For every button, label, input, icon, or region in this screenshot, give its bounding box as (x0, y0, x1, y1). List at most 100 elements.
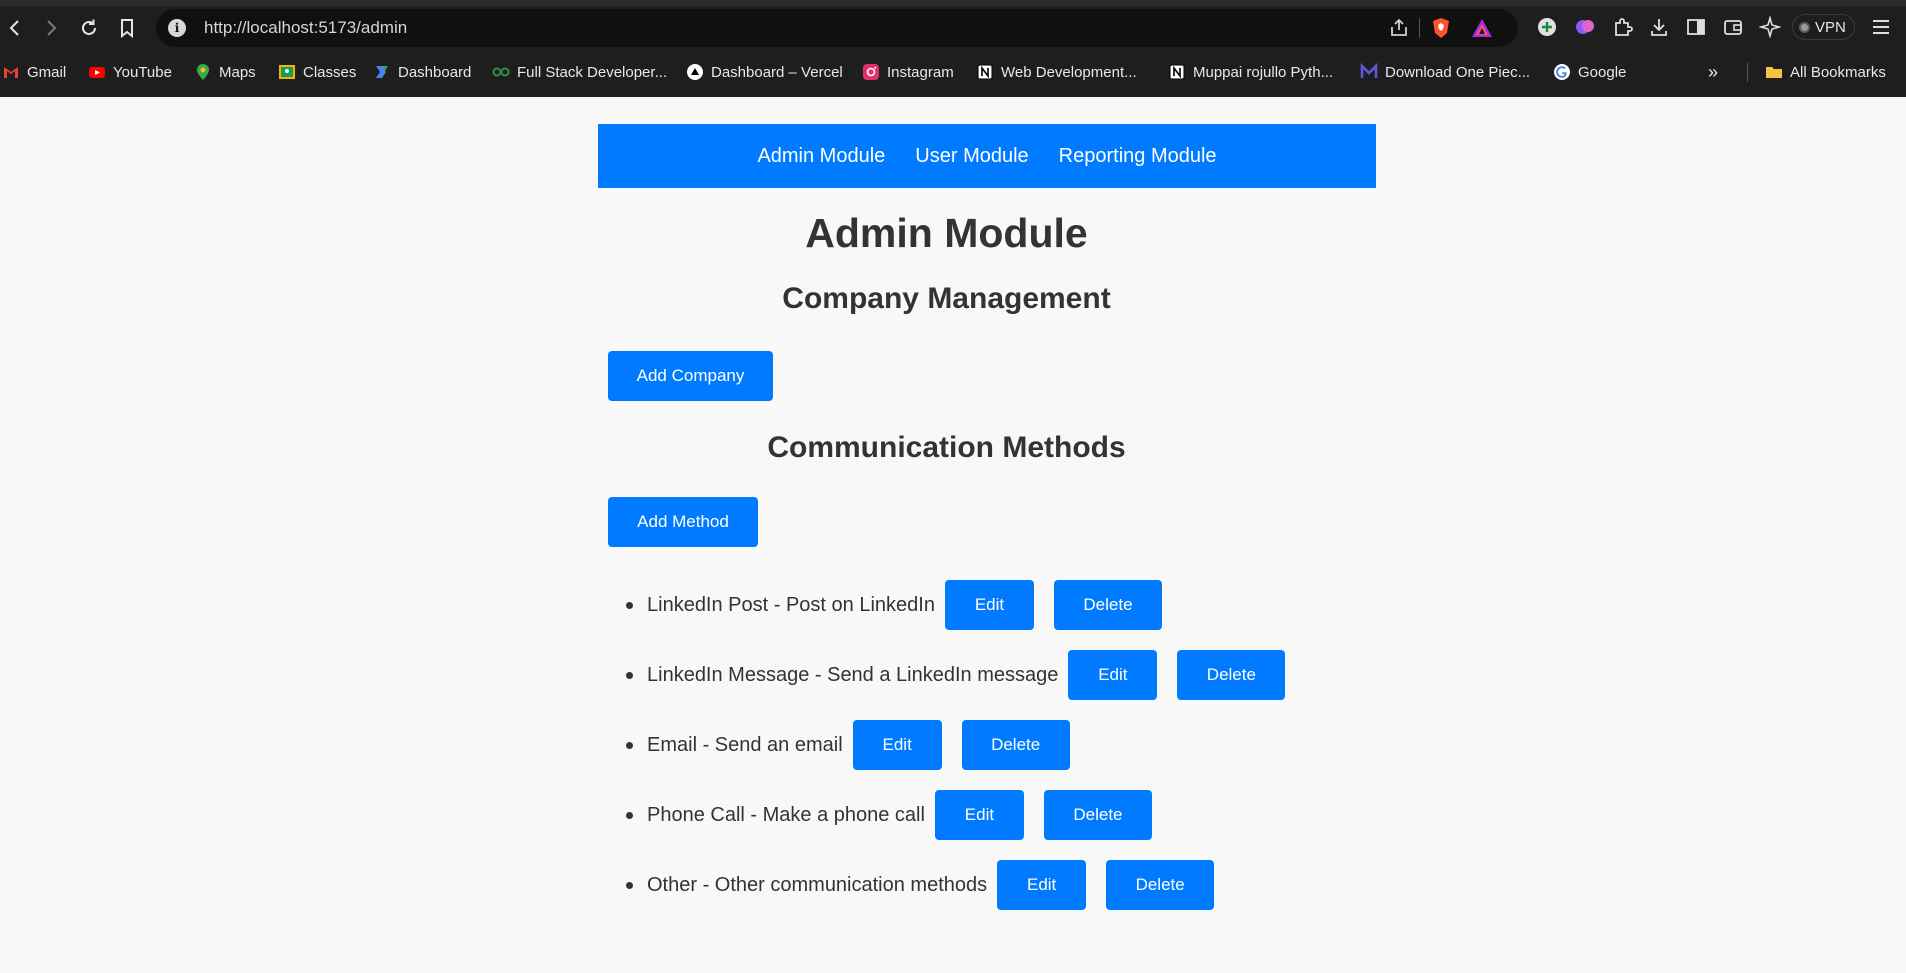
bookmark-label: Maps (219, 63, 256, 81)
bookmark-youtube[interactable]: YouTube (88, 58, 172, 86)
plus-circle-icon (1538, 18, 1556, 36)
method-text: LinkedIn Message - Send a LinkedIn messa… (647, 663, 1059, 686)
reload-button[interactable] (74, 13, 104, 43)
method-text: Other - Other communication methods (647, 873, 988, 896)
back-button[interactable] (0, 13, 30, 43)
nav-admin-module[interactable]: Admin Module (757, 145, 885, 168)
extension-purple-button[interactable] (1572, 14, 1598, 40)
manga-icon (1360, 63, 1378, 81)
classroom-icon (278, 63, 296, 81)
bookmark-gmail[interactable]: Gmail (2, 58, 66, 86)
page-title: Admin Module (805, 210, 1088, 256)
delete-button[interactable]: Delete (1106, 860, 1215, 910)
menu-button[interactable] (1868, 14, 1894, 40)
bookmark-gfg[interactable]: Full Stack Developer... (492, 58, 667, 86)
downloads-button[interactable] (1646, 14, 1672, 40)
folder-icon (1765, 63, 1783, 81)
tab-strip (0, 0, 1906, 6)
add-company-button[interactable]: Add Company (608, 351, 773, 401)
omnibox-divider (1419, 18, 1420, 38)
vpn-label: VPN (1815, 18, 1846, 36)
bookmark-label: Dashboard (398, 63, 472, 81)
sparkle-icon (1759, 16, 1781, 38)
vercel-icon (686, 63, 704, 81)
edit-button[interactable]: Edit (934, 790, 1024, 840)
site-info-icon[interactable]: i (168, 19, 186, 37)
wallet-button[interactable] (1720, 14, 1746, 40)
list-item: Other - Other communication methods Edit… (626, 860, 1285, 910)
bookmark-label: Gmail (27, 63, 67, 81)
bullet-icon (626, 671, 633, 679)
delete-button[interactable]: Delete (1043, 790, 1152, 840)
bullet-icon (626, 601, 633, 609)
delete-button[interactable]: Delete (1177, 650, 1286, 700)
bookmark-muppai[interactable]: Muppai rojullo Pyth... (1168, 58, 1333, 86)
edit-button[interactable]: Edit (944, 580, 1034, 630)
communication-methods-heading: Communication Methods (767, 431, 1126, 464)
bookmark-google[interactable]: Google (1553, 58, 1626, 86)
bookmark-instagram[interactable]: Instagram (862, 58, 954, 86)
sidebar-icon (1687, 19, 1705, 35)
dashboard-icon (373, 63, 391, 81)
bookmark-label: Web Development... (1001, 63, 1137, 81)
edit-button[interactable]: Edit (852, 720, 942, 770)
nav-user-module[interactable]: User Module (915, 145, 1028, 168)
bookmark-one-piece[interactable]: Download One Piec... (1360, 58, 1530, 86)
bookmark-classes[interactable]: Classes (278, 58, 356, 86)
bookmark-dashboard[interactable]: Dashboard (373, 58, 471, 86)
google-icon (1553, 63, 1571, 81)
edit-button[interactable]: Edit (1068, 650, 1158, 700)
company-management-heading: Company Management (782, 282, 1111, 315)
extensions-button[interactable] (1610, 14, 1636, 40)
bookmark-label: Instagram (887, 63, 954, 81)
bookmark-label: Download One Piec... (1385, 63, 1531, 81)
bookmarks-bar: Gmail YouTube Maps Classes Dashboard Ful… (0, 58, 1906, 86)
address-bar[interactable]: i http://localhost:5173/admin (156, 9, 1518, 47)
brave-shields-icon[interactable] (1430, 17, 1452, 39)
forward-button[interactable] (36, 13, 66, 43)
all-bookmarks-button[interactable]: All Bookmarks (1765, 58, 1886, 86)
bookmark-label: All Bookmarks (1790, 63, 1886, 81)
leo-ai-icon (1576, 20, 1594, 34)
bookmark-page-button[interactable] (112, 13, 142, 43)
gmail-icon (2, 63, 20, 81)
more-bookmarks-button[interactable]: » (1708, 58, 1718, 86)
method-text: Email - Send an email (647, 733, 843, 756)
delete-button[interactable]: Delete (1053, 580, 1162, 630)
bookmark-label: YouTube (113, 63, 172, 81)
method-text: Phone Call - Make a phone call (647, 803, 925, 826)
bookmark-label: Muppai rojullo Pyth... (1193, 63, 1334, 81)
leo-assistant-button[interactable] (1757, 14, 1783, 40)
url-text[interactable]: http://localhost:5173/admin (204, 18, 407, 38)
instagram-icon (862, 63, 880, 81)
bookmark-maps[interactable]: Maps (194, 58, 256, 86)
delete-button[interactable]: Delete (961, 720, 1070, 770)
bookmark-label: Full Stack Developer... (517, 63, 668, 81)
sidebar-toggle-button[interactable] (1683, 14, 1709, 40)
list-item: LinkedIn Message - Send a LinkedIn messa… (626, 650, 1286, 700)
reload-icon (82, 19, 96, 35)
back-arrow-icon (9, 20, 19, 36)
add-method-button[interactable]: Add Method (608, 497, 758, 547)
wallet-icon (1724, 20, 1742, 35)
page-content: Admin Module User Module Reporting Modul… (0, 97, 1906, 973)
bookmark-icon (121, 19, 133, 38)
communication-methods-list: LinkedIn Post - Post on LinkedIn Edit De… (626, 580, 1286, 930)
bullet-icon (626, 811, 633, 819)
edit-button[interactable]: Edit (997, 860, 1087, 910)
bookmark-web-development[interactable]: Web Development... (976, 58, 1137, 86)
notion-icon (976, 63, 994, 81)
download-icon (1651, 19, 1667, 36)
brave-rewards-icon[interactable] (1470, 17, 1494, 39)
share-icon[interactable] (1388, 17, 1410, 39)
geeksforgeeks-icon (492, 63, 510, 81)
forward-arrow-icon (47, 20, 57, 36)
bookmark-vercel[interactable]: Dashboard – Vercel (686, 58, 843, 86)
vpn-button[interactable]: VPN (1792, 14, 1855, 40)
method-text: LinkedIn Post - Post on LinkedIn (647, 593, 935, 616)
top-navbar: Admin Module User Module Reporting Modul… (598, 124, 1376, 188)
nav-reporting-module[interactable]: Reporting Module (1059, 145, 1217, 168)
notion-icon (1168, 63, 1186, 81)
bookmark-label: Dashboard – Vercel (711, 63, 843, 81)
new-tab-button[interactable] (1534, 14, 1560, 40)
